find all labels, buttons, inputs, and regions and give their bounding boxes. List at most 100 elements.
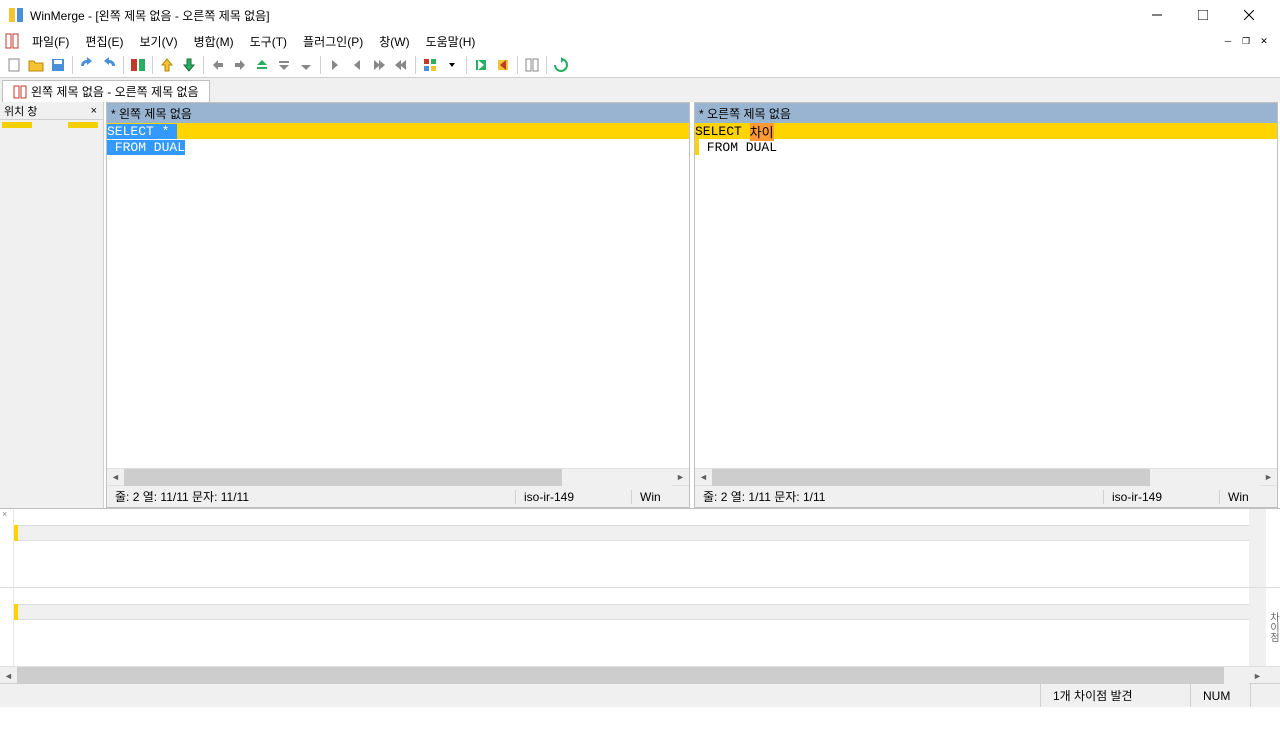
bottom-vertical-label [1266,509,1280,587]
scroll-left-arrow-icon[interactable]: ◄ [0,667,17,684]
left-pane-header: * 왼쪽 제목 없음 [107,103,689,123]
status-pad [1250,684,1280,707]
statusbar: 1개 차이점 발견 NUM [0,683,1280,707]
left-eol: Win [631,490,681,504]
right-pane-statusbar: 줄: 2 열: 1/11 문자: 1/11 iso-ir-149 Win [695,485,1277,507]
filter-b-icon[interactable] [493,55,513,75]
right-pane-header: * 오른쪽 제목 없음 [695,103,1277,123]
location-pane-title: 위치 창 [4,103,89,119]
location-pane: 위치 창 × [0,102,104,508]
down-diff-icon[interactable] [274,55,294,75]
code-text: FROM DUAL [107,140,185,155]
menu-tools[interactable]: 도구(T) [242,31,295,52]
minimize-button[interactable] [1134,0,1180,30]
left-pane-editor[interactable]: SELECT * FROM DUAL [107,123,689,468]
mdi-restore-button[interactable]: ❐ [1238,34,1254,48]
copy-right-icon[interactable] [325,55,345,75]
document-tab[interactable]: 왼쪽 제목 없음 - 오른쪽 제목 없음 [2,80,210,102]
menubar: 파일(F) 편집(E) 보기(V) 병합(M) 도구(T) 플러그인(P) 창(… [0,30,1280,52]
prev-diff-icon[interactable] [157,55,177,75]
mdi-minimize-button[interactable]: ─ [1220,34,1236,48]
left-horizontal-scrollbar[interactable]: ◄ ► [107,468,689,485]
dropdown-icon[interactable] [442,55,462,75]
menu-window[interactable]: 창(W) [371,31,417,52]
doc-icon [4,33,20,49]
new-file-icon[interactable] [4,55,24,75]
right-diff-pane: * 오른쪽 제목 없음 SELECT 차이 FROM DUAL ◄ ► 줄: 2… [694,102,1278,508]
scroll-right-arrow-icon[interactable]: ► [1249,667,1266,684]
code-text: SELECT * [107,124,177,139]
menu-edit[interactable]: 편집(E) [77,31,131,52]
copy-right-all-icon[interactable] [369,55,389,75]
status-empty [0,684,1040,707]
toolbar-separator [123,56,124,74]
menu-file[interactable]: 파일(F) [24,31,77,52]
diff-marker [774,123,778,139]
bottom-vertical-scrollbar-top[interactable] [1249,509,1266,587]
right-horizontal-scrollbar[interactable]: ◄ ► [695,468,1277,485]
bottom-pane-close-button[interactable]: × [2,509,7,519]
tabbar: 왼쪽 제목 없음 - 오른쪽 제목 없음 [0,78,1280,102]
location-pane-close-button[interactable]: × [89,105,99,117]
right-pane-editor[interactable]: SELECT 차이 FROM DUAL [695,123,1277,468]
open-folder-icon[interactable] [26,55,46,75]
titlebar: WinMerge - [왼쪽 제목 없음 - 오른쪽 제목 없음] [0,0,1280,30]
undo-icon[interactable] [77,55,97,75]
code-text: FROM DUAL [699,140,777,155]
toolbar-separator [203,56,204,74]
scroll-right-arrow-icon[interactable]: ► [1260,469,1277,486]
copy-left-all-icon[interactable] [391,55,411,75]
menu-plugins[interactable]: 플러그인(P) [295,31,371,52]
left-pane-statusbar: 줄: 2 열: 11/11 문자: 11/11 iso-ir-149 Win [107,485,689,507]
bottom-editor-top[interactable] [14,509,1249,587]
redo-icon[interactable] [99,55,119,75]
code-text: SELECT [695,124,750,139]
toolbar-separator [517,56,518,74]
bottom-horizontal-scrollbar[interactable]: ◄ ► [0,666,1280,683]
copy-left-icon[interactable] [347,55,367,75]
tab-label: 왼쪽 제목 없음 - 오른쪽 제목 없음 [31,83,199,100]
compare-icon[interactable] [128,55,148,75]
right-pane-title: * 오른쪽 제목 없음 [699,105,791,122]
location-pane-header: 위치 창 × [0,102,103,120]
toolbar-separator [320,56,321,74]
bottom-gutter: × [0,509,14,587]
save-icon[interactable] [48,55,68,75]
left-encoding: iso-ir-149 [515,490,615,504]
code-text-diff: 차이 [750,123,774,141]
bottom-vertical-scrollbar-bottom[interactable] [1249,588,1266,666]
menu-merge[interactable]: 병합(M) [186,31,242,52]
status-diff-count: 1개 차이점 발견 [1040,684,1190,707]
bottom-editor-bottom[interactable] [14,588,1249,666]
last-diff-icon[interactable] [230,55,250,75]
right-encoding: iso-ir-149 [1103,490,1203,504]
toolbar-separator [415,56,416,74]
next-diff-icon[interactable] [179,55,199,75]
window-title: WinMerge - [왼쪽 제목 없음 - 오른쪽 제목 없음] [30,7,1134,24]
diff-marker [177,123,181,139]
scroll-left-arrow-icon[interactable]: ◄ [695,469,712,486]
bottom-diff-pane: × 차이점 ◄ ► [0,508,1280,683]
toolbar-separator [546,56,547,74]
scroll-left-arrow-icon[interactable]: ◄ [107,469,124,486]
maximize-button[interactable] [1180,0,1226,30]
scroll-right-arrow-icon[interactable]: ► [672,469,689,486]
main-area: 위치 창 × * 왼쪽 제목 없음 SELECT * FROM DUAL ◄ ►… [0,102,1280,508]
toolbar-separator [152,56,153,74]
tab-doc-icon [13,85,27,99]
refresh-icon[interactable] [551,55,571,75]
menu-view[interactable]: 보기(V) [131,31,185,52]
color-options-icon[interactable] [420,55,440,75]
filter-a-icon[interactable] [471,55,491,75]
first-diff-icon[interactable] [208,55,228,75]
status-num-lock: NUM [1190,684,1250,707]
mdi-close-button[interactable]: ✕ [1256,34,1272,48]
bottom-vertical-label: 차이점 [1266,588,1280,666]
menu-help[interactable]: 도움말(H) [418,31,484,52]
location-pane-body[interactable] [0,120,103,508]
close-button[interactable] [1226,0,1272,30]
diff-a-icon[interactable] [296,55,316,75]
up-diff-icon[interactable] [252,55,272,75]
toolbar-separator [466,56,467,74]
view-a-icon[interactable] [522,55,542,75]
